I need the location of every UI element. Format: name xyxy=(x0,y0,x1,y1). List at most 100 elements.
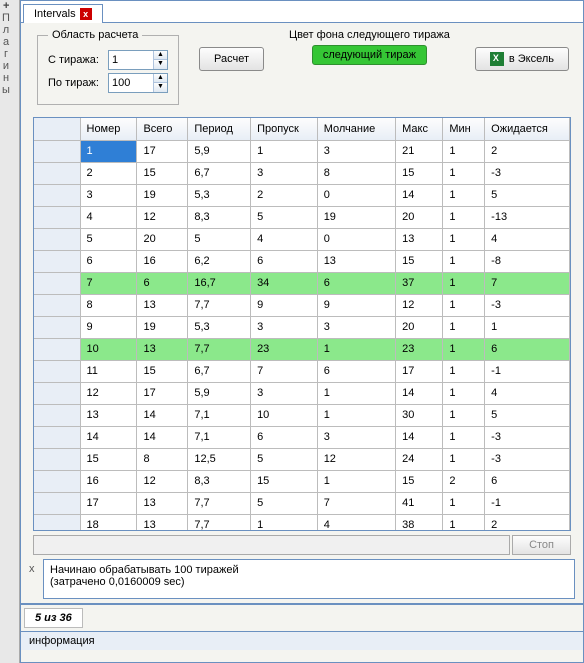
cell[interactable]: -1 xyxy=(485,360,570,382)
cell[interactable]: 7 xyxy=(485,272,570,294)
column-header[interactable]: Молчание xyxy=(317,118,395,140)
cell[interactable]: -8 xyxy=(485,250,570,272)
log-close-icon[interactable]: x xyxy=(29,559,43,575)
spin-up-icon[interactable]: ▲ xyxy=(154,51,167,60)
cell[interactable]: -3 xyxy=(485,426,570,448)
cell[interactable]: 5,3 xyxy=(188,316,251,338)
cell[interactable]: 2 xyxy=(485,514,570,531)
cell[interactable]: 1 xyxy=(443,250,485,272)
cell[interactable]: 1 xyxy=(443,184,485,206)
cell[interactable]: 17 xyxy=(80,492,137,514)
table-row[interactable]: 3195,3201415 xyxy=(34,184,570,206)
cell[interactable]: 38 xyxy=(396,514,443,531)
cell[interactable]: 10 xyxy=(251,404,318,426)
cell[interactable]: 5 xyxy=(485,184,570,206)
cell[interactable]: 15 xyxy=(251,470,318,492)
cell[interactable]: 21 xyxy=(396,140,443,162)
cell[interactable]: 17 xyxy=(137,382,188,404)
table-row[interactable]: 10137,72312316 xyxy=(34,338,570,360)
cell[interactable]: 6,2 xyxy=(188,250,251,272)
data-grid[interactable]: НомерВсегоПериодПропускМолчаниеМаксМинОж… xyxy=(33,117,571,531)
cell[interactable]: 7,7 xyxy=(188,492,251,514)
cell[interactable]: 16 xyxy=(137,250,188,272)
cell[interactable]: 19 xyxy=(137,316,188,338)
to-spinner[interactable]: ▲▼ xyxy=(108,73,168,93)
cell[interactable]: 12 xyxy=(317,448,395,470)
cell[interactable]: -13 xyxy=(485,206,570,228)
column-header[interactable]: Мин xyxy=(443,118,485,140)
expand-icon[interactable]: + xyxy=(3,0,9,12)
cell[interactable]: 20 xyxy=(137,228,188,250)
cell[interactable]: 2 xyxy=(80,162,137,184)
cell[interactable]: 41 xyxy=(396,492,443,514)
cell[interactable]: 1 xyxy=(443,338,485,360)
cell[interactable]: 8 xyxy=(80,294,137,316)
next-draw-button[interactable]: следующий тираж xyxy=(312,45,427,65)
spin-up-icon[interactable]: ▲ xyxy=(154,74,167,83)
cell[interactable]: -3 xyxy=(485,162,570,184)
cell[interactable]: 23 xyxy=(251,338,318,360)
cell[interactable]: 4 xyxy=(317,514,395,531)
cell[interactable]: 9 xyxy=(317,294,395,316)
cell[interactable]: 1 xyxy=(251,514,318,531)
cell[interactable]: 5,9 xyxy=(188,382,251,404)
cell[interactable]: 3 xyxy=(80,184,137,206)
column-header[interactable]: Макс xyxy=(396,118,443,140)
cell[interactable]: 8 xyxy=(317,162,395,184)
cell[interactable]: 4 xyxy=(251,228,318,250)
cell[interactable]: 18 xyxy=(80,514,137,531)
cell[interactable]: 1 xyxy=(443,162,485,184)
table-row[interactable]: 13147,11013015 xyxy=(34,404,570,426)
cell[interactable]: 19 xyxy=(137,184,188,206)
cell[interactable]: 13 xyxy=(137,338,188,360)
cell[interactable]: 6 xyxy=(137,272,188,294)
cell[interactable]: 13 xyxy=(317,250,395,272)
tab-intervals[interactable]: Intervals x xyxy=(23,4,103,23)
cell[interactable]: 20 xyxy=(396,316,443,338)
cell[interactable]: 14 xyxy=(396,184,443,206)
cell[interactable]: 7 xyxy=(80,272,137,294)
cell[interactable]: 7,7 xyxy=(188,338,251,360)
cell[interactable]: 1 xyxy=(443,492,485,514)
stop-button[interactable]: Стоп xyxy=(512,535,571,555)
cell[interactable]: 14 xyxy=(137,404,188,426)
cell[interactable]: 15 xyxy=(80,448,137,470)
cell[interactable]: 6,7 xyxy=(188,360,251,382)
cell[interactable]: 6 xyxy=(485,470,570,492)
cell[interactable]: 5 xyxy=(80,228,137,250)
table-row[interactable]: 11156,776171-1 xyxy=(34,360,570,382)
from-input[interactable] xyxy=(109,51,153,69)
cell[interactable]: 5,9 xyxy=(188,140,251,162)
cell[interactable]: 13 xyxy=(137,492,188,514)
cell[interactable]: 7,7 xyxy=(188,514,251,531)
cell[interactable]: 17 xyxy=(137,140,188,162)
plugin-sidebar[interactable]: + Плагины xyxy=(0,0,20,663)
cell[interactable]: 15 xyxy=(137,360,188,382)
cell[interactable]: -3 xyxy=(485,294,570,316)
calc-button[interactable]: Расчет xyxy=(199,47,264,71)
cell[interactable]: 5 xyxy=(251,492,318,514)
column-header[interactable]: Пропуск xyxy=(251,118,318,140)
cell[interactable]: 12 xyxy=(80,382,137,404)
cell[interactable]: 12 xyxy=(137,206,188,228)
cell[interactable]: 1 xyxy=(485,316,570,338)
cell[interactable]: 15 xyxy=(137,162,188,184)
column-header[interactable]: Всего xyxy=(137,118,188,140)
cell[interactable]: 6 xyxy=(317,272,395,294)
cell[interactable]: 1 xyxy=(80,140,137,162)
cell[interactable]: 1 xyxy=(443,294,485,316)
cell[interactable]: 37 xyxy=(396,272,443,294)
cell[interactable]: 7,7 xyxy=(188,294,251,316)
cell[interactable]: 1 xyxy=(443,514,485,531)
cell[interactable]: 9 xyxy=(251,294,318,316)
table-row[interactable]: 17137,757411-1 xyxy=(34,492,570,514)
table-row[interactable]: 6166,2613151-8 xyxy=(34,250,570,272)
cell[interactable]: 1 xyxy=(443,140,485,162)
cell[interactable]: 6 xyxy=(80,250,137,272)
cell[interactable]: 2 xyxy=(485,140,570,162)
cell[interactable]: 6,7 xyxy=(188,162,251,184)
cell[interactable]: 1 xyxy=(443,360,485,382)
column-header[interactable]: Период xyxy=(188,118,251,140)
cell[interactable]: 14 xyxy=(396,382,443,404)
table-row[interactable]: 5205401314 xyxy=(34,228,570,250)
